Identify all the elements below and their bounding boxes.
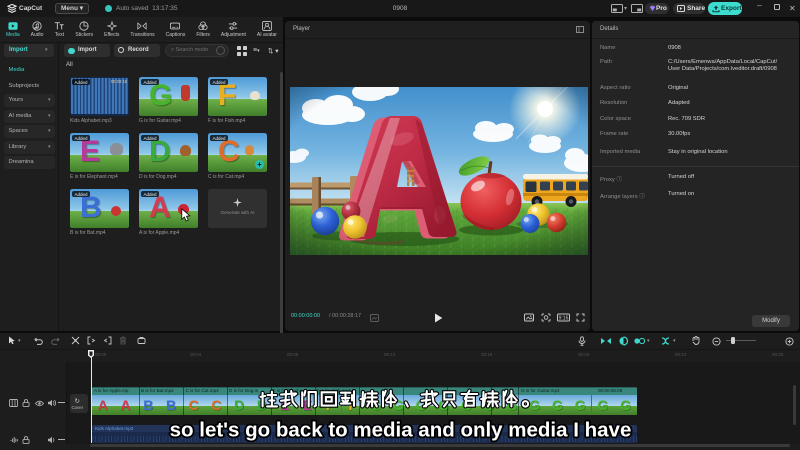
- svg-text:9:16: 9:16: [559, 316, 569, 322]
